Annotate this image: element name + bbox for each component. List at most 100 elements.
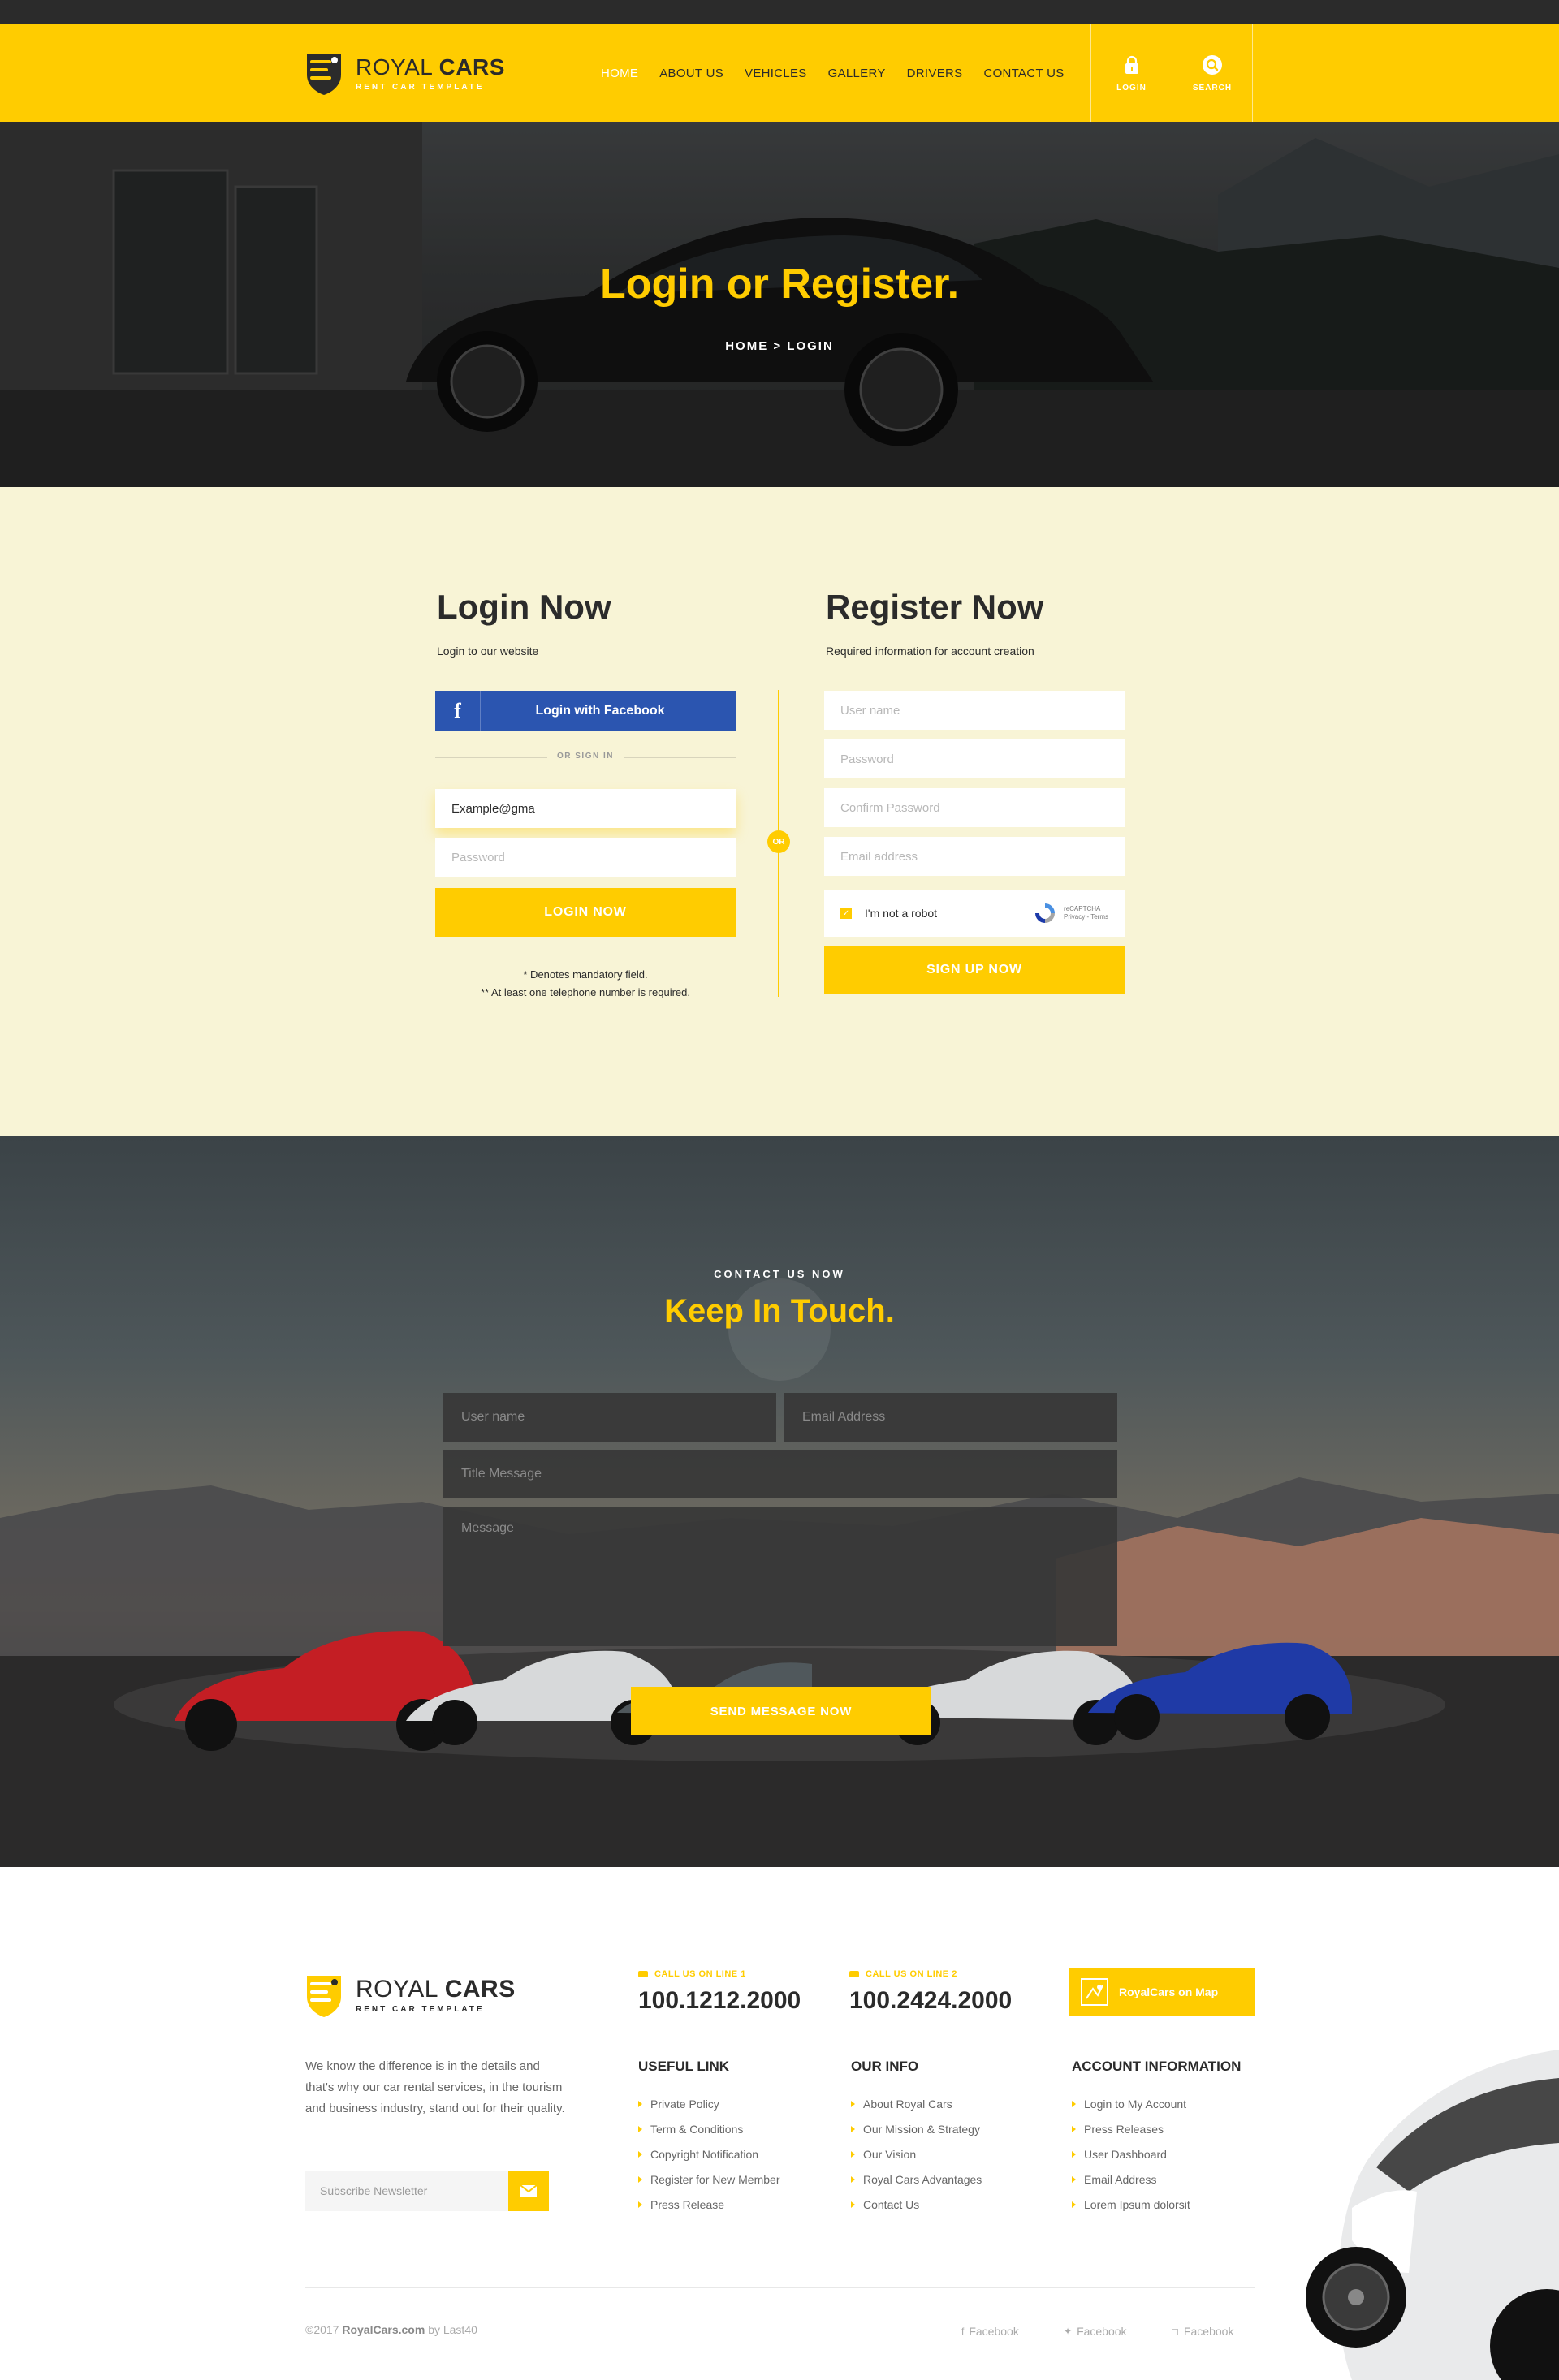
sign-up-now-button[interactable]: SIGN UP NOW — [824, 946, 1125, 994]
brand-logo[interactable]: ROYAL CARS RENT CAR TEMPLATE — [305, 50, 505, 96]
top-strip — [0, 0, 1559, 24]
nav-contact-us[interactable]: CONTACT US — [983, 67, 1064, 80]
contact-title-input[interactable] — [443, 1450, 1117, 1498]
recaptcha-logo: reCAPTCHA Privacy - Terms — [1033, 901, 1108, 925]
arrow-right-icon — [638, 2176, 642, 2183]
arrow-right-icon — [1072, 2151, 1076, 2158]
arrow-right-icon — [638, 2101, 642, 2107]
footer-link[interactable]: Email Address — [1072, 2173, 1241, 2186]
footer-link[interactable]: Term & Conditions — [638, 2123, 780, 2136]
recaptcha-brand: reCAPTCHA — [1064, 905, 1101, 912]
header-search-button[interactable]: SEARCH — [1172, 24, 1253, 122]
footer-link[interactable]: Press Releases — [1072, 2123, 1241, 2136]
newsletter-input[interactable] — [305, 2171, 508, 2211]
call-line-1-number[interactable]: 100.1212.2000 — [638, 1987, 801, 2015]
recaptcha-widget: ✓ I'm not a robot reCAPTCHA Privacy - Te… — [824, 890, 1125, 937]
nav-home[interactable]: HOME — [601, 67, 638, 80]
header-login-label: LOGIN — [1116, 83, 1147, 93]
contact-username-input[interactable] — [443, 1393, 776, 1442]
main-nav: HOME ABOUT US VEHICLES GALLERY DRIVERS C… — [601, 24, 1086, 122]
call-line-2-number[interactable]: 100.2424.2000 — [849, 1987, 1012, 2015]
auth-section: Login Now Login to our website f Login w… — [0, 487, 1559, 1136]
register-subtitle: Required information for account creatio… — [826, 645, 1034, 658]
contact-section: CONTACT US NOW Keep In Touch. SEND MESSA… — [0, 1136, 1559, 1867]
nav-vehicles[interactable]: VEHICLES — [745, 67, 807, 80]
footer-link[interactable]: Register for New Member — [638, 2173, 780, 2186]
copyright-site-link[interactable]: RoyalCars.com — [342, 2323, 425, 2336]
map-icon — [1081, 1978, 1108, 2006]
contact-title: Keep In Touch. — [664, 1293, 895, 1329]
footer-link[interactable]: Private Policy — [638, 2098, 780, 2111]
map-button-label: RoyalCars on Map — [1119, 1985, 1219, 1998]
brand-name: ROYAL CARS — [356, 54, 505, 80]
site-header: ROYAL CARS RENT CAR TEMPLATE HOME ABOUT … — [0, 24, 1559, 122]
login-password-input[interactable] — [435, 838, 736, 877]
footer-link[interactable]: Royal Cars Advantages — [851, 2173, 982, 2186]
search-icon — [1203, 54, 1222, 75]
recaptcha-links[interactable]: Privacy - Terms — [1064, 913, 1108, 921]
register-title: Register Now — [826, 588, 1044, 626]
arrow-right-icon — [638, 2201, 642, 2208]
register-password-input[interactable] — [824, 739, 1125, 778]
recaptcha-icon — [1035, 903, 1056, 923]
footer-link[interactable]: Our Mission & Strategy — [851, 2123, 982, 2136]
newsletter-submit-button[interactable] — [508, 2171, 549, 2211]
useful-links-column: USEFUL LINK Private Policy Term & Condit… — [638, 2059, 780, 2223]
footer-link[interactable]: Press Release — [638, 2198, 780, 2211]
arrow-right-icon — [851, 2151, 855, 2158]
send-message-button[interactable]: SEND MESSAGE NOW — [631, 1687, 931, 1735]
nav-gallery[interactable]: GALLERY — [828, 67, 886, 80]
footer-link[interactable]: User Dashboard — [1072, 2148, 1241, 2161]
instagram-icon: ◻ — [1171, 2326, 1179, 2337]
social-link-facebook-2[interactable]: ✦ Facebook — [1064, 2325, 1127, 2338]
call-line-2-label: CALL US ON LINE 2 — [849, 1969, 1012, 1979]
header-search-label: SEARCH — [1192, 83, 1233, 93]
note-mandatory: * Denotes mandatory field. — [523, 968, 648, 981]
footer-link[interactable]: Login to My Account — [1072, 2098, 1241, 2111]
login-subtitle: Login to our website — [437, 645, 539, 658]
twitter-icon: ✦ — [1064, 2326, 1073, 2337]
login-email-input[interactable] — [435, 789, 736, 828]
brand-tagline: RENT CAR TEMPLATE — [356, 82, 485, 92]
arrow-right-icon — [1072, 2126, 1076, 2132]
arrow-right-icon — [851, 2176, 855, 2183]
footer-logo-shield-icon — [307, 1976, 341, 2017]
footer-about-text: We know the difference is in the details… — [305, 2059, 565, 2115]
social-link-facebook-1[interactable]: f Facebook — [961, 2325, 1019, 2338]
contact-message-textarea[interactable] — [443, 1507, 1117, 1646]
lock-icon — [1125, 55, 1138, 74]
footer-link[interactable]: Contact Us — [851, 2198, 982, 2211]
call-line-1: CALL US ON LINE 1 100.1212.2000 — [638, 1969, 801, 2015]
register-confirm-password-input[interactable] — [824, 788, 1125, 827]
nav-drivers[interactable]: DRIVERS — [907, 67, 963, 80]
nav-about-us[interactable]: ABOUT US — [659, 67, 723, 80]
footer-divider — [305, 2287, 1255, 2288]
footer-link[interactable]: Lorem Ipsum dolorsit — [1072, 2198, 1241, 2211]
useful-links-title: USEFUL LINK — [638, 2059, 730, 2074]
social-link-facebook-3[interactable]: ◻ Facebook — [1171, 2325, 1233, 2338]
arrow-right-icon — [851, 2201, 855, 2208]
or-badge: OR — [767, 830, 790, 853]
logo-shield-icon — [307, 54, 341, 95]
register-email-input[interactable] — [824, 837, 1125, 876]
newsletter-form — [305, 2171, 549, 2211]
our-info-title: OUR INFO — [851, 2059, 919, 2074]
or-sign-in-label: OR SIGN IN — [435, 752, 736, 761]
recaptcha-checkbox[interactable]: ✓ — [840, 908, 852, 919]
facebook-icon: f — [435, 691, 481, 731]
call-line-1-label: CALL US ON LINE 1 — [638, 1969, 801, 1979]
footer-link[interactable]: About Royal Cars — [851, 2098, 982, 2111]
contact-email-input[interactable] — [784, 1393, 1117, 1442]
footer-link[interactable]: Copyright Notification — [638, 2148, 780, 2161]
login-now-button[interactable]: LOGIN NOW — [435, 888, 736, 937]
copyright: ©2017 RoyalCars.com by Last40 — [305, 2323, 477, 2336]
register-username-input[interactable] — [824, 691, 1125, 730]
arrow-right-icon — [1072, 2101, 1076, 2107]
header-login-button[interactable]: LOGIN — [1090, 24, 1172, 122]
facebook-login-button[interactable]: f Login with Facebook — [435, 691, 736, 731]
arrow-right-icon — [851, 2126, 855, 2132]
map-button[interactable]: RoyalCars on Map — [1069, 1968, 1255, 2016]
footer-link[interactable]: Our Vision — [851, 2148, 982, 2161]
footer-logo[interactable]: ROYAL CARS RENT CAR TEMPLATE — [305, 1973, 516, 2018]
login-title: Login Now — [437, 588, 611, 626]
